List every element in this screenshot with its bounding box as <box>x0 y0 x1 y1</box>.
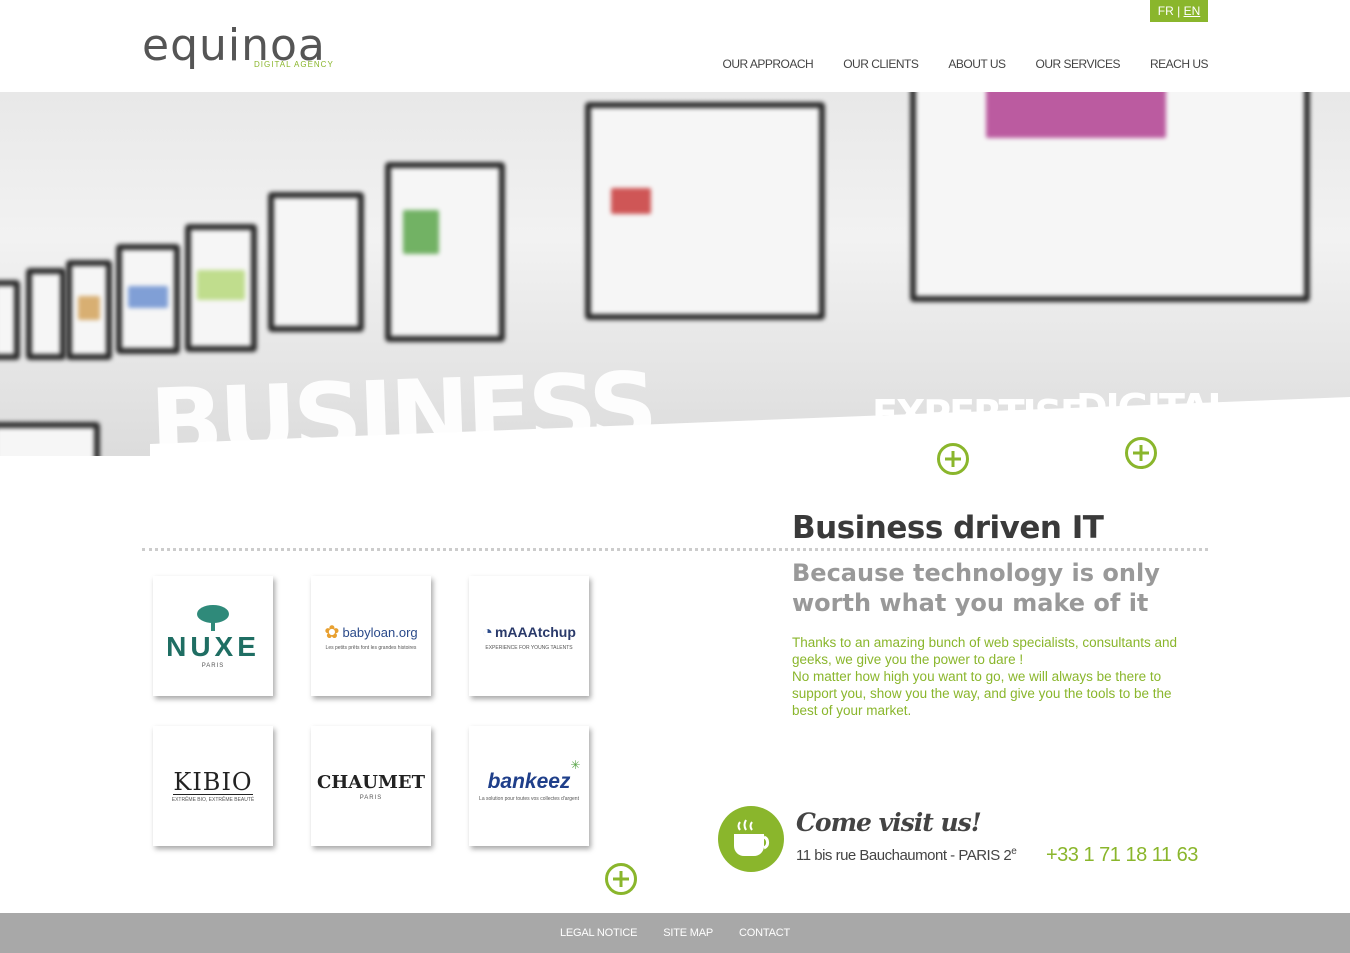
logo[interactable]: equinoa DIGITAL AGENCY <box>142 24 352 72</box>
hero-word-digital: DIGITAL <box>1076 386 1232 430</box>
footer-contact[interactable]: CONTACT <box>739 927 790 939</box>
client-logo-babyloan[interactable]: ✿ babyloan.org Les petits prêts font les… <box>311 576 431 696</box>
footer-site-map[interactable]: SITE MAP <box>663 927 713 939</box>
nav-our-services[interactable]: OUR SERVICES <box>1036 57 1121 71</box>
hero-frame <box>910 92 1310 302</box>
tree-icon <box>197 605 229 631</box>
page-subtitle: Because technology is only worth what yo… <box>792 559 1160 617</box>
hero-frame <box>268 192 364 332</box>
client-subtitle: EXPERIENCE FOR YOUNG TALENTS <box>485 644 573 651</box>
expertise-plus-icon[interactable] <box>937 443 969 475</box>
client-name: babyloan.org <box>342 624 418 640</box>
section-divider <box>142 548 1208 551</box>
hero-frame <box>26 268 66 360</box>
client-logo-chaumet[interactable]: CHAUMET PARIS <box>311 726 431 846</box>
visit-address: 11 bis rue Bauchaumont - PARIS 2e <box>796 846 1017 864</box>
hero-word-business: BUSINESS <box>148 351 656 481</box>
client-name: CHAUMET <box>316 771 426 793</box>
hero-frame <box>0 422 100 456</box>
intro-paragraph: Thanks to an amazing bunch of web specia… <box>792 635 1177 667</box>
client-name: bankeez <box>487 770 571 793</box>
language-switch: FR | EN <box>1150 0 1208 22</box>
client-subtitle: PARIS <box>359 794 383 801</box>
client-subtitle: La solution pour toutes vos collectes d'… <box>479 796 579 802</box>
footer: LEGAL NOTICE SITE MAP CONTACT <box>0 913 1350 953</box>
hero-frame <box>585 102 825 320</box>
page-title: Business driven IT <box>792 510 1104 546</box>
lang-fr-link[interactable]: FR <box>1158 4 1174 18</box>
logo-tagline: DIGITAL AGENCY <box>254 60 334 69</box>
nav-our-clients[interactable]: OUR CLIENTS <box>843 57 919 71</box>
visit-title: Come visit us! <box>796 808 982 837</box>
clients-more-plus-icon[interactable] <box>605 863 637 895</box>
client-subtitle: EXTRÊME BIO, EXTRÊME BEAUTÉ <box>171 796 255 803</box>
client-logo-maaatchup[interactable]: ◔ mAAAtchup EXPERIENCE FOR YOUNG TALENTS <box>469 576 589 696</box>
client-subtitle: Les petits prêts font les grandes histoi… <box>325 644 417 651</box>
hero-word-expertise: EXPERTISE <box>872 392 1086 436</box>
client-logo-bankeez[interactable]: bankeez ✳ La solution pour toutes vos co… <box>469 726 589 846</box>
digital-plus-icon[interactable] <box>1125 437 1157 469</box>
lang-separator: | <box>1177 4 1181 18</box>
coffee-badge <box>718 806 784 872</box>
nav-about-us[interactable]: ABOUT US <box>948 57 1006 71</box>
client-name: NUXE <box>166 631 260 662</box>
flower-icon: ✿ <box>324 621 340 642</box>
hero-frame <box>116 244 180 354</box>
phone-number[interactable]: +33 1 71 18 11 63 <box>1046 844 1198 867</box>
lang-en-link[interactable]: EN <box>1184 4 1201 18</box>
nav-reach-us[interactable]: REACH US <box>1150 57 1209 71</box>
address-suffix: e <box>1011 846 1017 857</box>
address-text: 11 bis rue Bauchaumont - PARIS 2 <box>796 847 1012 864</box>
client-logo-nuxe[interactable]: NUXE PARIS <box>153 576 273 696</box>
client-subtitle: PARIS <box>201 663 225 669</box>
main-nav: OUR APPROACH OUR CLIENTS ABOUT US OUR SE… <box>723 57 1209 71</box>
intro-text: Thanks to an amazing bunch of web specia… <box>792 634 1192 719</box>
nav-our-approach[interactable]: OUR APPROACH <box>723 57 814 71</box>
intro-paragraph: No matter how high you want to go, we wi… <box>792 669 1172 718</box>
hero-frame <box>385 162 505 342</box>
client-logo-kibio[interactable]: KIBIO EXTRÊME BIO, EXTRÊME BEAUTÉ <box>153 726 273 846</box>
swirl-icon: ◔ <box>482 621 493 642</box>
hero-frame <box>0 280 20 360</box>
client-name: KIBIO <box>173 767 253 796</box>
coffee-cup-icon <box>734 819 770 856</box>
star-icon: ✳ <box>570 758 581 772</box>
client-name: mAAAtchup <box>494 624 576 640</box>
hero-frame <box>66 260 112 360</box>
footer-legal-notice[interactable]: LEGAL NOTICE <box>560 927 637 939</box>
hero-frame <box>185 224 257 352</box>
